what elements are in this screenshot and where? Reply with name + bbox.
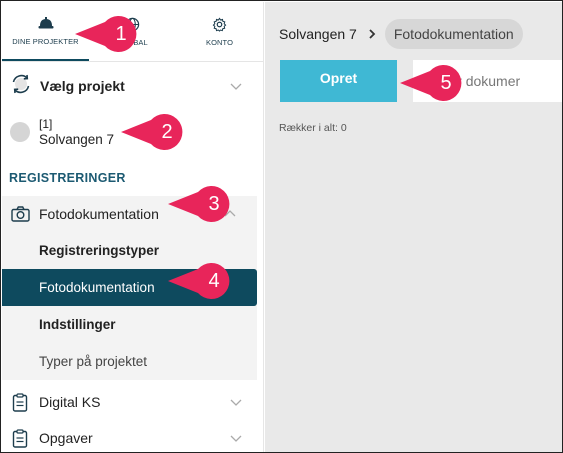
tab-label: KONTO <box>205 38 234 47</box>
clipboard-icon <box>10 392 30 412</box>
callout-4: 4 <box>168 263 234 299</box>
breadcrumb-item-project[interactable]: Solvangen 7 <box>279 26 357 42</box>
tab-konto[interactable]: KONTO <box>176 2 263 61</box>
chevron-down-icon <box>230 399 242 406</box>
chevron-down-icon <box>230 435 242 442</box>
project-selector-label: Vælg projekt <box>40 78 125 94</box>
callout-number: 1 <box>115 22 127 45</box>
chevron-right-icon <box>369 29 376 39</box>
refresh-projects-icon <box>10 73 32 100</box>
callout-5: 5 <box>400 65 466 101</box>
callout-number: 2 <box>161 120 173 143</box>
menu-item-label: Opgaver <box>39 430 93 446</box>
project-selector[interactable]: Vælg projekt <box>2 62 263 110</box>
callout-1: 1 <box>75 16 141 52</box>
create-button[interactable]: Opret <box>280 60 397 102</box>
callout-3: 3 <box>168 186 234 222</box>
camera-icon <box>10 204 30 224</box>
callout-number: 3 <box>208 192 220 215</box>
menu-item-label: Digital KS <box>39 394 101 410</box>
sidebar: DINE PROJEKTER GLOBAL KONTO Vælg projekt <box>2 2 264 452</box>
project-avatar <box>10 122 30 142</box>
menu-item-opgaver[interactable]: Opgaver <box>2 420 263 452</box>
menu-item-digital-ks[interactable]: Digital KS <box>2 384 263 420</box>
chevron-down-icon <box>230 83 242 90</box>
tab-label: DINE PROJEKTER <box>12 37 79 46</box>
callout-number: 5 <box>440 71 452 94</box>
task-clipboard-icon <box>10 428 30 448</box>
callout-2: 2 <box>121 114 187 150</box>
breadcrumb: Solvangen 7 Fotodokumentation <box>279 19 523 49</box>
project-name: Solvangen 7 <box>39 132 115 147</box>
submenu-item-indstillinger[interactable]: Indstillinger <box>2 306 257 343</box>
app-window: DINE PROJEKTER GLOBAL KONTO Vælg projekt <box>0 0 563 453</box>
callout-number: 4 <box>208 269 220 292</box>
submenu-item-typer-paa-projektet[interactable]: Typer på projektet <box>2 343 257 380</box>
rows-count: Rækker i alt: 0 <box>279 122 347 134</box>
hard-hat-icon <box>38 15 54 31</box>
breadcrumb-item-current: Fotodokumentation <box>384 19 523 49</box>
gear-icon <box>212 16 228 32</box>
project-number: [1] <box>39 117 53 131</box>
